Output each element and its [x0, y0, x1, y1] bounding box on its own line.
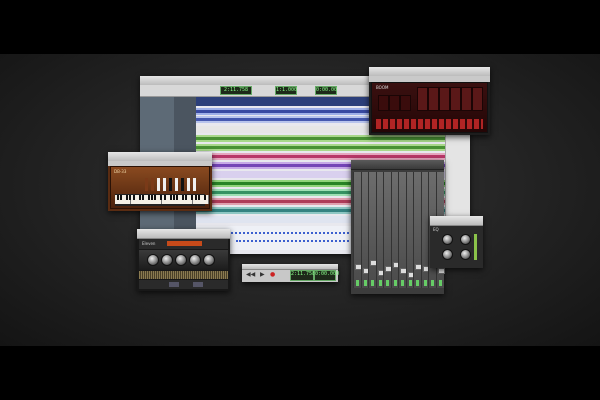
- track-lane-6[interactable]: [196, 153, 446, 160]
- drum-pad[interactable]: [417, 87, 428, 111]
- drum-pad[interactable]: [472, 87, 483, 111]
- eq-window-titlebar[interactable]: [430, 216, 483, 226]
- channel-meter: [416, 280, 419, 286]
- organ-drawbar[interactable]: [163, 178, 166, 191]
- amp-knob[interactable]: [189, 254, 201, 266]
- organ-key-black[interactable]: [191, 195, 194, 200]
- organ-key-black[interactable]: [154, 195, 157, 200]
- organ-drawbar[interactable]: [145, 178, 148, 191]
- organ-key-black[interactable]: [126, 195, 129, 200]
- eq-knob[interactable]: [442, 249, 453, 260]
- play-icon[interactable]: ▶: [260, 271, 265, 278]
- transport-window: 2:11.758 0:00.000 ◀◀ ▶ ●: [242, 264, 339, 282]
- eq-name: EQ: [433, 227, 439, 232]
- drum-pad[interactable]: [378, 95, 389, 111]
- amp-panel: Eleven: [139, 239, 228, 249]
- edit-counter-aux[interactable]: 0:00.00: [315, 86, 337, 95]
- organ-name: DB-33: [114, 169, 127, 174]
- amp-window: Eleven: [137, 229, 230, 291]
- organ-key-black[interactable]: [203, 195, 206, 200]
- transport-counter[interactable]: 2:11.758: [290, 270, 315, 281]
- organ-key-black[interactable]: [117, 195, 119, 200]
- organ-key-black[interactable]: [185, 195, 188, 200]
- channel-meter: [386, 280, 389, 286]
- channel-meter: [431, 280, 434, 286]
- channel-meter: [438, 280, 442, 286]
- channel-meter: [378, 280, 382, 286]
- organ-drawbar[interactable]: [151, 178, 154, 191]
- drum-pad[interactable]: [389, 95, 400, 111]
- eq-knob[interactable]: [442, 234, 453, 245]
- drum-pad[interactable]: [461, 87, 472, 111]
- organ-drawbar[interactable]: [175, 178, 178, 191]
- drum-pad[interactable]: [439, 87, 450, 111]
- edit-counter-sub[interactable]: 1:1.000: [275, 86, 297, 95]
- drum-pad[interactable]: [400, 95, 411, 111]
- organ-key-black[interactable]: [160, 195, 163, 200]
- amp-knob[interactable]: [203, 254, 215, 266]
- organ-drawbar[interactable]: [187, 178, 190, 191]
- organ-key-black[interactable]: [138, 195, 141, 200]
- amp-knob[interactable]: [175, 254, 187, 266]
- eq-gain-bar[interactable]: [474, 234, 477, 260]
- transport-counter-sub[interactable]: 0:00.000: [314, 270, 339, 281]
- organ-key-black[interactable]: [141, 195, 144, 200]
- channel-meter: [356, 280, 359, 286]
- eq-knob[interactable]: [460, 249, 471, 260]
- eq-window: EQ: [430, 216, 483, 268]
- record-icon[interactable]: ●: [270, 271, 275, 278]
- channel-fader[interactable]: [437, 268, 445, 274]
- amp-footer-button[interactable]: [193, 282, 203, 287]
- mix-window-titlebar[interactable]: [351, 160, 444, 170]
- amp-footer: [139, 280, 228, 289]
- organ-key-black[interactable]: [151, 195, 154, 200]
- organ-key-black[interactable]: [132, 195, 135, 200]
- organ-key-black[interactable]: [148, 195, 150, 200]
- track-lane-4[interactable]: [196, 135, 446, 142]
- amp-knob[interactable]: [161, 254, 173, 266]
- organ-drawbar[interactable]: [181, 178, 184, 191]
- organ-key-black[interactable]: [163, 195, 166, 200]
- organ-key-black[interactable]: [129, 195, 132, 200]
- channel-meter: [393, 280, 397, 286]
- channel-meter: [401, 280, 404, 286]
- eq-knob[interactable]: [460, 234, 471, 245]
- channel-meter: [408, 280, 412, 286]
- amp-preset-display[interactable]: [167, 241, 202, 246]
- organ-window: DB-33: [108, 152, 212, 211]
- organ-drawbar[interactable]: [157, 178, 160, 191]
- drum-machine-panel: BOOM: [371, 82, 488, 133]
- organ-key-black[interactable]: [172, 195, 175, 200]
- amp-footer-button[interactable]: [169, 282, 179, 287]
- organ-key-black[interactable]: [194, 195, 197, 200]
- organ-key-black[interactable]: [197, 195, 200, 200]
- organ-cabinet: DB-33: [110, 166, 210, 209]
- organ-key-black[interactable]: [169, 195, 172, 200]
- track-lane-5[interactable]: [196, 144, 446, 151]
- amp-knob[interactable]: [147, 254, 159, 266]
- organ-keyboard[interactable]: [115, 194, 209, 206]
- organ-key-black[interactable]: [182, 195, 185, 200]
- channel-meter: [423, 280, 427, 286]
- channel-meter: [363, 280, 367, 286]
- drum-step-sequencer[interactable]: [376, 119, 483, 129]
- drum-machine-window: BOOM: [369, 67, 490, 135]
- amp-grille: [139, 271, 228, 279]
- drum-pad[interactable]: [450, 87, 461, 111]
- organ-key-black[interactable]: [175, 195, 178, 200]
- channel-meter: [371, 280, 374, 286]
- amp-name: Eleven: [142, 241, 156, 246]
- organ-drawbar[interactable]: [193, 178, 196, 191]
- organ-key-black[interactable]: [120, 195, 123, 200]
- organ-drawbar[interactable]: [169, 178, 172, 191]
- drum-machine-name: BOOM: [376, 85, 389, 90]
- rewind-icon[interactable]: ◀◀: [246, 271, 255, 278]
- edit-counter-main[interactable]: 2:11.758: [220, 86, 252, 95]
- drum-pad[interactable]: [428, 87, 439, 111]
- amp-window-titlebar[interactable]: [137, 229, 230, 239]
- amp-faceplate: [139, 250, 228, 270]
